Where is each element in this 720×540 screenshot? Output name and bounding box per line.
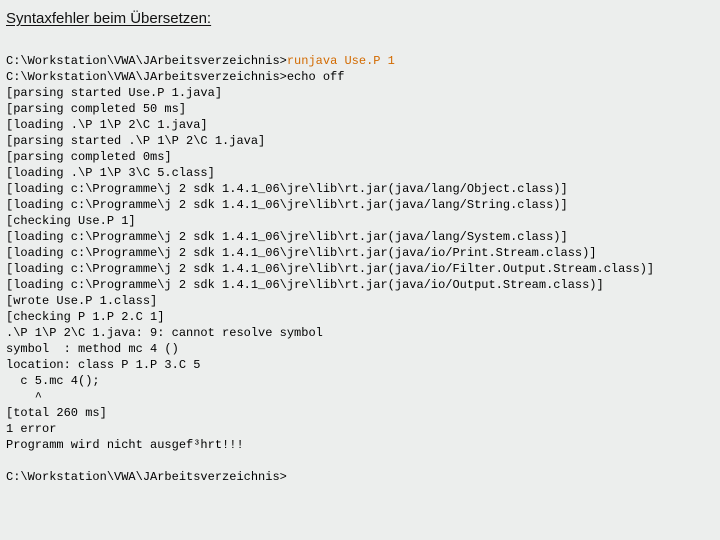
console-line: [loading c:\Programme\j 2 sdk 1.4.1_06\j… [6,182,568,196]
console-line: [loading .\P 1\P 2\C 1.java] [6,118,208,132]
console-line: [loading c:\Programme\j 2 sdk 1.4.1_06\j… [6,278,604,292]
slide: Syntaxfehler beim Übersetzen: C:\Worksta… [0,0,720,540]
console-line: C:\Workstation\VWA\JArbeitsverzeichnis>e… [6,70,344,84]
console-line: [parsing completed 50 ms] [6,102,186,116]
console-line: C:\Workstation\VWA\JArbeitsverzeichnis> [6,470,287,484]
console-line: [loading c:\Programme\j 2 sdk 1.4.1_06\j… [6,246,597,260]
command-text: runjava Use.P 1 [287,54,395,68]
console-line: 1 error [6,422,56,436]
console-output: C:\Workstation\VWA\JArbeitsverzeichnis>r… [6,37,714,501]
prompt-path: C:\Workstation\VWA\JArbeitsverzeichnis> [6,54,287,68]
console-line: [parsing started Use.P 1.java] [6,86,222,100]
slide-title: Syntaxfehler beim Übersetzen: [6,10,714,27]
console-line: ^ [6,390,42,404]
console-line: [loading c:\Programme\j 2 sdk 1.4.1_06\j… [6,262,654,276]
console-line: Programm wird nicht ausgef³hrt!!! [6,438,244,452]
console-line: [loading .\P 1\P 3\C 5.class] [6,166,215,180]
console-line: [loading c:\Programme\j 2 sdk 1.4.1_06\j… [6,198,568,212]
console-line: symbol : method mc 4 () [6,342,179,356]
console-line: [loading c:\Programme\j 2 sdk 1.4.1_06\j… [6,230,568,244]
console-line: [parsing completed 0ms] [6,150,172,164]
console-line: [wrote Use.P 1.class] [6,294,157,308]
console-line: [checking P 1.P 2.C 1] [6,310,164,324]
console-line: C:\Workstation\VWA\JArbeitsverzeichnis>r… [6,54,395,68]
console-line: .\P 1\P 2\C 1.java: 9: cannot resolve sy… [6,326,323,340]
console-line: [parsing started .\P 1\P 2\C 1.java] [6,134,265,148]
console-line: c 5.mc 4(); [6,374,100,388]
console-line: location: class P 1.P 3.C 5 [6,358,200,372]
console-line: [checking Use.P 1] [6,214,136,228]
console-line: [total 260 ms] [6,406,107,420]
